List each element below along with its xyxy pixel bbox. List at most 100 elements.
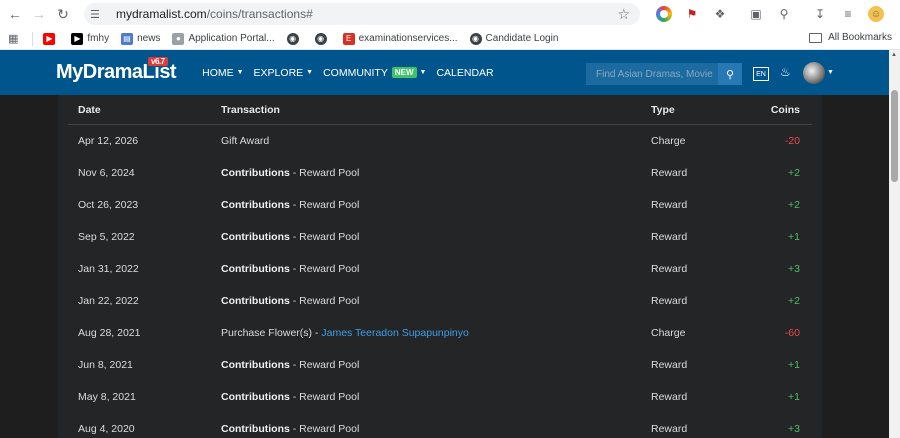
row-transaction: Contributions - Reward Pool [221, 285, 359, 317]
row-transaction: Contributions - Reward Pool [221, 349, 359, 381]
bookmark-globe-2[interactable]: ◉ [314, 32, 331, 45]
bookmark-examinationservices[interactable]: E examinationservices... [342, 32, 458, 45]
main-nav: HOME ▼ EXPLORE ▼ COMMUNITY NEW ▼ CALENDAR [202, 67, 504, 79]
row-coins: +2 [788, 167, 800, 179]
nav-home-label: HOME [202, 66, 234, 79]
table-row: Nov 6, 2024 Contributions - Reward Pool Re… [68, 157, 812, 189]
url-text[interactable]: mydramalist.com/coins/transactions# [116, 7, 313, 21]
search-icon[interactable]: ⚲ [718, 63, 742, 85]
scroll-up-icon[interactable]: ▲ [891, 52, 897, 58]
row-type: Reward [651, 231, 688, 243]
site-info-icon[interactable]: ☰ [90, 8, 104, 21]
color-extension-icon[interactable] [656, 6, 672, 22]
nav-community-label: COMMUNITY [323, 66, 388, 79]
table-row: Sep 5, 2022 Contributions - Reward Pool Re… [68, 221, 812, 253]
portal-icon: ● [172, 32, 185, 45]
row-type: Charge [651, 327, 686, 339]
back-arrow-icon[interactable]: ← [6, 5, 24, 23]
row-type: Reward [651, 391, 688, 403]
nav-explore-label: EXPLORE [253, 66, 304, 79]
row-date: Jan 22, 2022 [78, 295, 139, 307]
row-date: Nov 6, 2024 [78, 167, 135, 179]
row-transaction: Contributions - Reward Pool [221, 253, 359, 285]
table-row: Apr 12, 2026 Gift Award Charge -20 [68, 125, 812, 157]
screenshot-icon[interactable]: ▣ [748, 6, 764, 22]
row-transaction: Gift Award [221, 125, 269, 157]
bookmark-fmhy[interactable]: ▶ fmhy [71, 32, 110, 45]
transaction-title: Purchase Flower(s) - [221, 327, 322, 339]
row-transaction: Contributions - Reward Pool [221, 189, 359, 221]
bookmark-label: examinationservices... [358, 33, 458, 44]
bookmark-star-icon[interactable]: ☆ [617, 6, 630, 23]
download-icon[interactable]: ↧ [812, 6, 828, 22]
transaction-detail: - Reward Pool [289, 263, 360, 275]
row-type: Reward [651, 167, 688, 179]
row-coins: +3 [788, 423, 800, 435]
tag-extension-icon[interactable]: ⚑ [684, 6, 700, 22]
address-bar[interactable]: ☰ mydramalist.com/coins/transactions# ☆ [84, 3, 640, 25]
row-coins: +3 [788, 263, 800, 275]
transaction-title: Contributions [221, 199, 290, 211]
row-coins: -60 [784, 327, 800, 339]
apps-grid-icon[interactable]: ▦ [8, 32, 18, 45]
bookmark-globe-1[interactable]: ◉ [286, 32, 303, 45]
bookmark-application-portal[interactable]: ● Application Portal... [172, 32, 275, 45]
bookmark-label: Application Portal... [188, 33, 275, 44]
profile-avatar-icon[interactable]: ☺ [868, 6, 884, 22]
youtube-icon: ▶ [43, 32, 56, 45]
transaction-title: Contributions [221, 263, 290, 275]
header-transaction: Transaction [221, 104, 280, 116]
search-input[interactable] [586, 63, 718, 85]
chevron-down-icon: ▼ [236, 69, 244, 76]
nav-community[interactable]: COMMUNITY NEW ▼ [323, 67, 426, 79]
bookmark-news[interactable]: ▤ news [121, 32, 160, 45]
table-row: Oct 26, 2023 Contributions - Reward Pool R… [68, 189, 812, 221]
transaction-title: Contributions [221, 391, 290, 403]
header-date: Date [78, 104, 101, 116]
scroll-thumb[interactable] [891, 90, 898, 182]
header-type: Type [651, 104, 675, 116]
transaction-detail: - Reward Pool [289, 231, 360, 243]
row-coins: +2 [788, 199, 800, 211]
lens-search-icon[interactable]: ⚲ [776, 6, 792, 22]
language-button[interactable]: EN [753, 67, 769, 81]
user-avatar[interactable] [803, 62, 825, 84]
globe-icon: ◉ [314, 32, 327, 45]
bell-icon[interactable]: ♨ [780, 65, 791, 79]
transaction-detail: - Reward Pool [289, 167, 360, 179]
table-row: Jan 22, 2022 Contributions - Reward Pool R… [68, 285, 812, 317]
row-type: Reward [651, 359, 688, 371]
bookmark-youtube[interactable]: ▶ [43, 32, 59, 45]
forward-arrow-icon[interactable]: → [30, 5, 48, 23]
row-date: Aug 28, 2021 [78, 327, 141, 339]
reading-list-icon[interactable]: ≡ [840, 6, 856, 22]
transaction-detail: - Reward Pool [289, 423, 360, 435]
nav-explore[interactable]: EXPLORE ▼ [254, 67, 314, 79]
nav-calendar[interactable]: CALENDAR [436, 67, 493, 79]
row-transaction: Contributions - Reward Pool [221, 413, 359, 438]
chevron-down-icon[interactable]: ▼ [827, 69, 834, 76]
reload-icon[interactable]: ↻ [54, 5, 72, 23]
row-transaction: Contributions - Reward Pool [221, 157, 359, 189]
page-scrollbar[interactable]: ▲ [889, 50, 900, 438]
row-type: Reward [651, 199, 688, 211]
bookmark-label: fmhy [87, 33, 110, 44]
new-badge: NEW [391, 67, 417, 78]
kebab-menu-icon[interactable]: ⋮ [896, 6, 900, 22]
transaction-title: Gift Award [221, 135, 270, 147]
site-logo[interactable]: MyDramaList v6.7 [56, 57, 177, 84]
row-coins: +2 [788, 295, 800, 307]
all-bookmarks-button[interactable]: All Bookmarks [809, 32, 892, 43]
puzzle-extensions-icon[interactable]: ❖ [712, 6, 728, 22]
row-type: Charge [651, 135, 686, 147]
bookmark-candidate-login[interactable]: ◉ Candidate Login [469, 32, 558, 45]
header-coins: Coins [770, 104, 800, 116]
row-date: Aug 4, 2020 [78, 423, 135, 435]
nav-calendar-label: CALENDAR [436, 66, 494, 79]
nav-home[interactable]: HOME ▼ [202, 67, 243, 79]
exam-icon: E [342, 32, 355, 45]
transaction-detail: - Reward Pool [289, 391, 360, 403]
transaction-recipient-link[interactable]: James Teeradon Supapunpinyo [321, 327, 469, 339]
row-date: Apr 12, 2026 [78, 135, 139, 147]
table-row: Jan 31, 2022 Contributions - Reward Pool R… [68, 253, 812, 285]
